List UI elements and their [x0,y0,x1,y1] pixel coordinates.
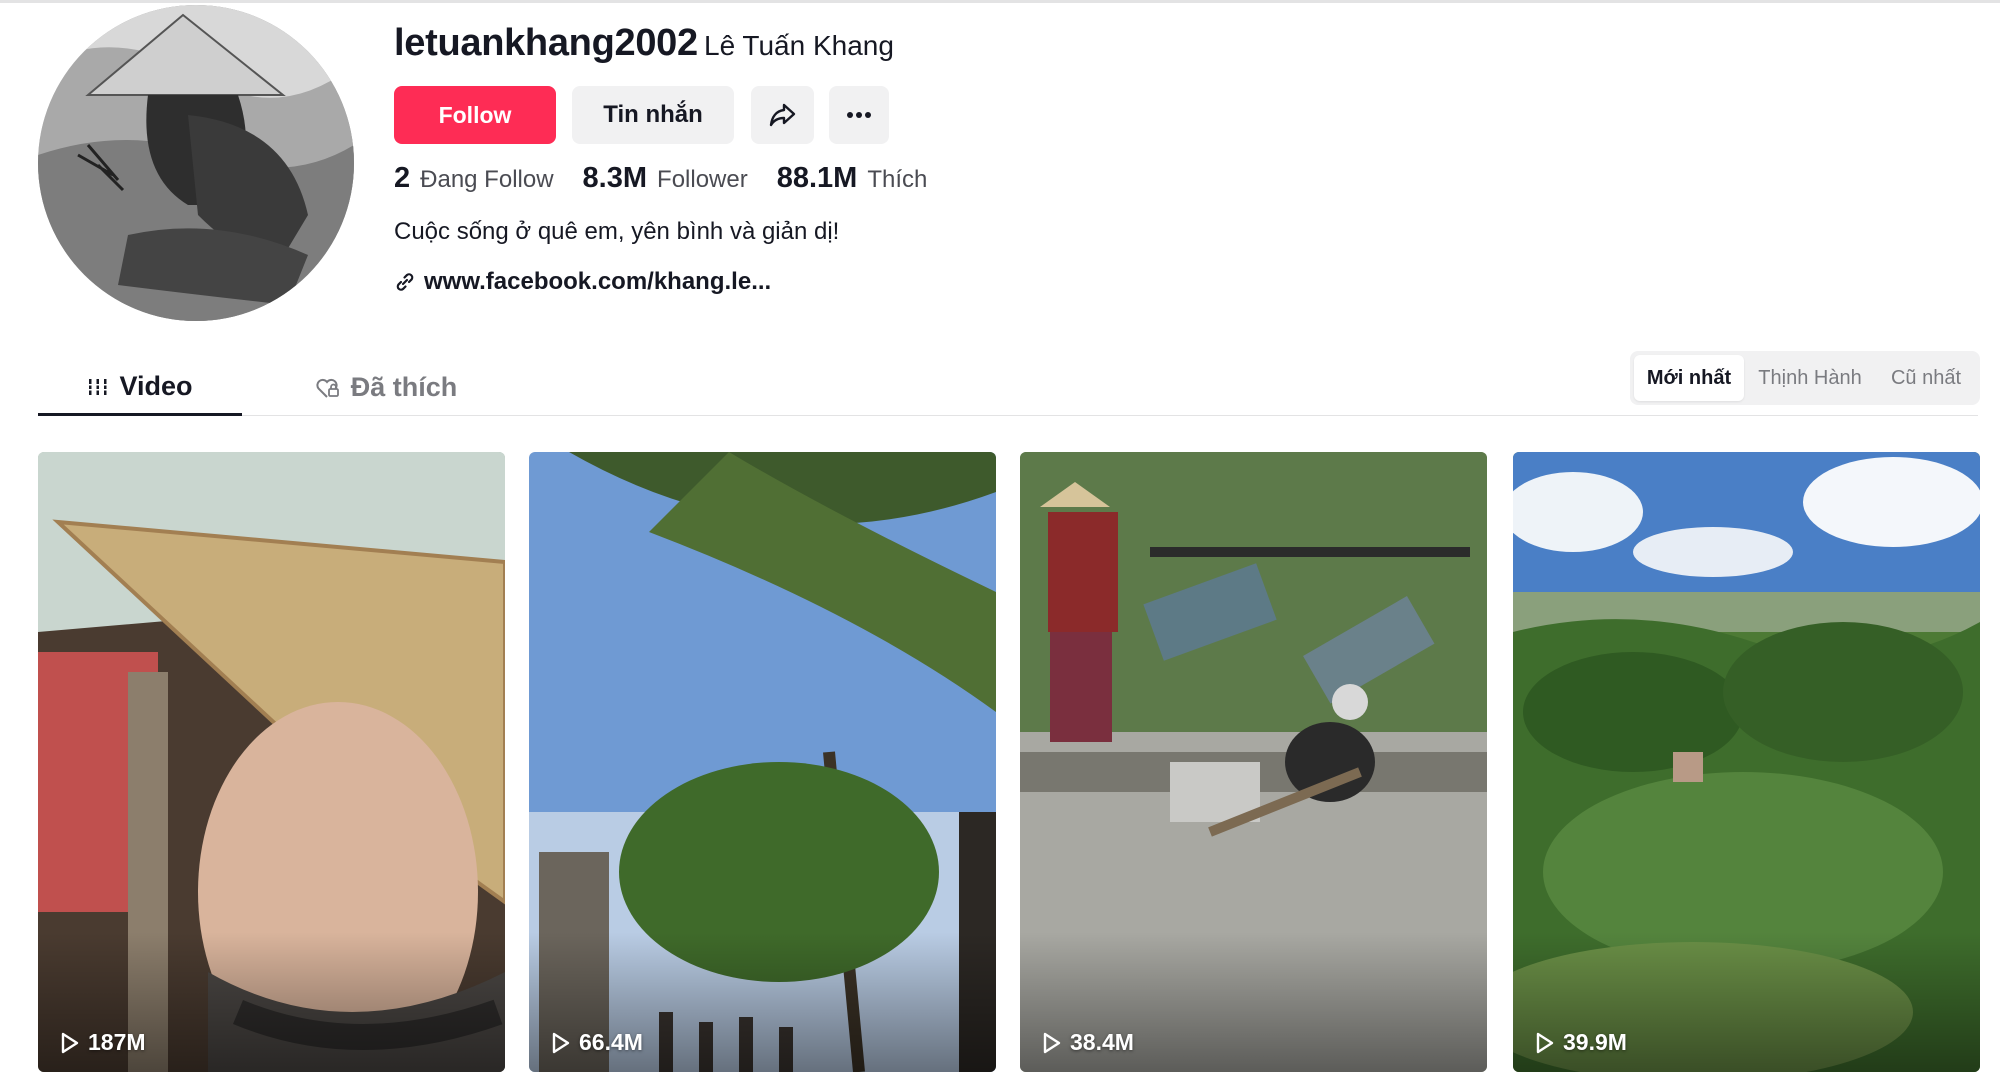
heart-lock-icon [316,378,339,398]
stat-label: Đang Follow [420,166,554,193]
profile-username: letuankhang2002 [394,22,698,64]
video-views-count: 38.4M [1070,1029,1134,1055]
stat-value: 2 [394,162,411,194]
video-views: 38.4M [1042,1029,1134,1056]
ellipsis-icon [847,112,871,118]
profile-link-text: www.facebook.com/khang.le... [424,268,772,295]
more-options-button[interactable] [829,86,889,144]
profile-bio: Cuộc sống ở quê em, yên bình và giản dị! [394,218,840,245]
video-card[interactable]: 39.9M [1513,452,1980,1072]
follow-button[interactable]: Follow [394,86,556,144]
sort-popular[interactable]: Thịnh Hành [1744,355,1876,401]
profile-link[interactable]: www.facebook.com/khang.le... [394,268,771,296]
video-grid: 187M 66.4M 38.4M 39.9M [38,452,1980,1072]
link-icon [396,273,414,291]
video-views-count: 187M [88,1029,146,1055]
video-views: 39.9M [1535,1029,1627,1056]
video-views: 187M [60,1029,146,1056]
sort-oldest[interactable]: Cũ nhất [1876,355,1976,401]
video-views: 66.4M [551,1029,643,1056]
grid-icon [87,378,110,395]
stat-value: 8.3M [582,162,648,194]
stat-label: Thích [867,166,928,193]
likes-count: 88.1M Thích [777,162,928,195]
profile-nickname: Lê Tuấn Khang [704,30,894,61]
tab-video[interactable]: Video [38,360,242,416]
video-card[interactable]: 38.4M [1020,452,1487,1072]
stat-value: 88.1M [776,162,858,194]
avatar-photo [38,5,354,321]
share-icon [769,103,795,127]
video-views-count: 39.9M [1563,1029,1627,1055]
play-icon [1043,1032,1061,1053]
following-count[interactable]: 2 Đang Follow [394,162,554,195]
tab-video-label: Video [119,371,193,401]
tab-liked[interactable]: Đã thích [286,360,486,415]
sort-latest[interactable]: Mới nhất [1634,355,1744,401]
stat-label: Follower [657,166,748,193]
follower-count[interactable]: 8.3M Follower [583,162,748,195]
video-views-count: 66.4M [579,1029,643,1055]
sort-selector: Mới nhất Thịnh Hành Cũ nhất [1630,351,1980,405]
play-icon [552,1032,570,1053]
profile-stats: 2 Đang Follow 8.3M Follower 88.1M Thích [394,162,956,195]
profile-avatar[interactable] [38,5,354,321]
message-button[interactable]: Tin nhắn [572,86,734,144]
video-card[interactable]: 66.4M [529,452,996,1072]
play-icon [1536,1032,1554,1053]
share-button[interactable] [751,86,814,144]
top-divider [0,0,2000,3]
video-card[interactable]: 187M [38,452,505,1072]
play-icon [61,1032,79,1053]
tab-liked-label: Đã thích [350,372,458,402]
